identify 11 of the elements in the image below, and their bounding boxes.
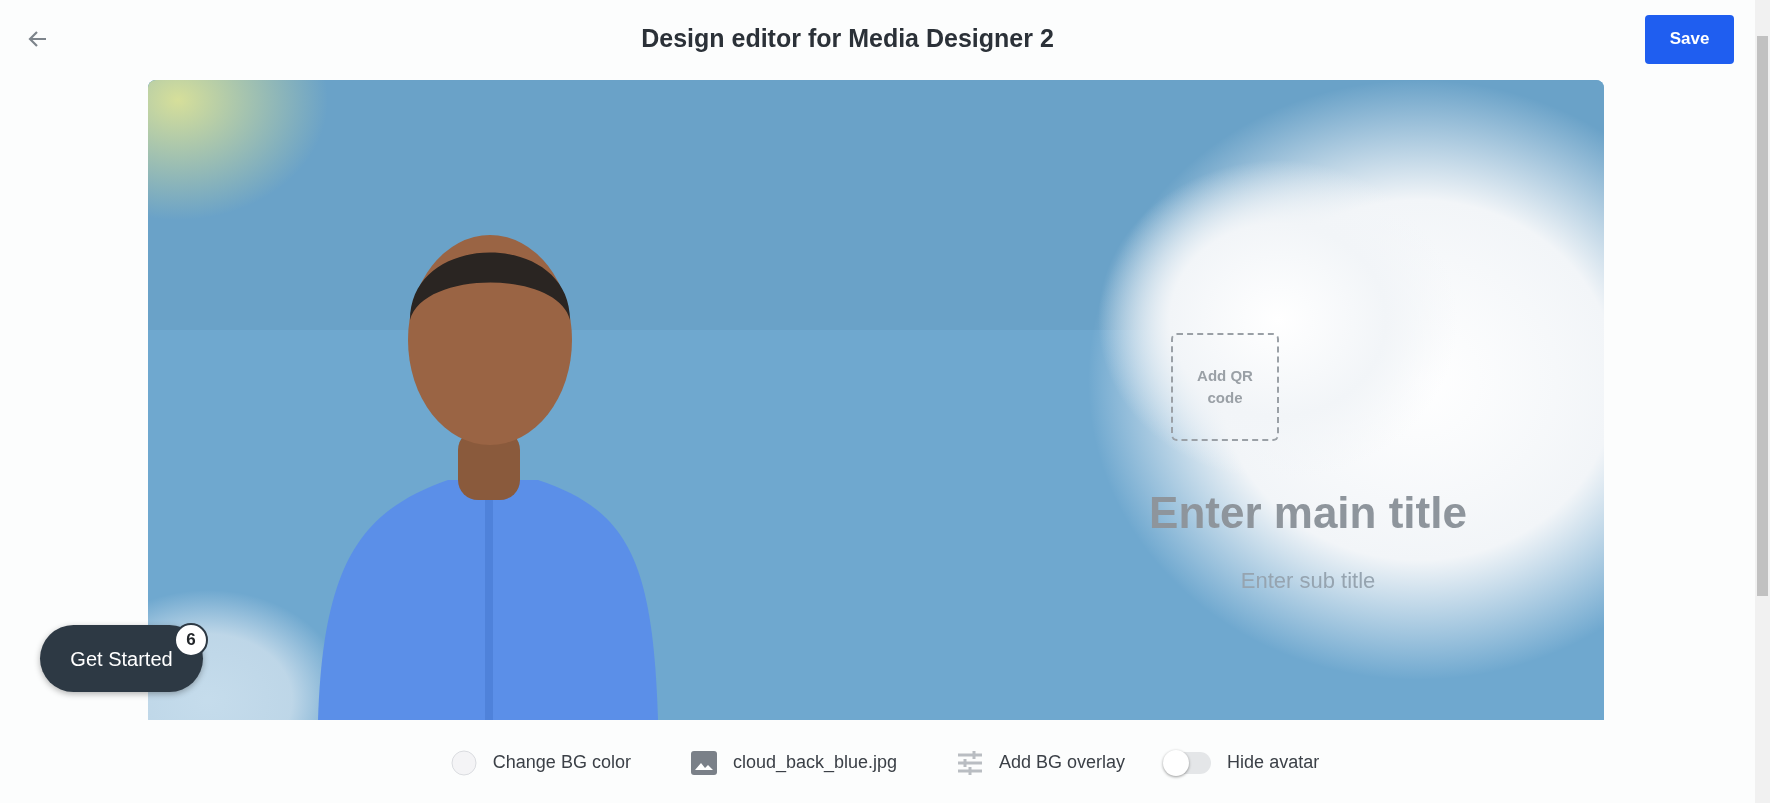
toolbar-label[interactable]: Add BG overlay [999, 749, 1126, 776]
sliders-icon [957, 750, 984, 775]
toolbar-label[interactable]: Hide avatar [1227, 749, 1320, 776]
toolbar-label[interactable]: Change BG color [492, 749, 631, 776]
file-name[interactable]: cloud_back_blue.jpg [732, 749, 898, 776]
color-swatch-icon [450, 749, 477, 776]
save-button[interactable]: Save [1645, 14, 1734, 64]
page-title: Design editor for Media Designer 2 [641, 23, 1054, 55]
image-icon [690, 750, 717, 775]
toggle-switch[interactable] [1165, 751, 1212, 774]
scrollbar-thumb[interactable] [1757, 36, 1768, 596]
